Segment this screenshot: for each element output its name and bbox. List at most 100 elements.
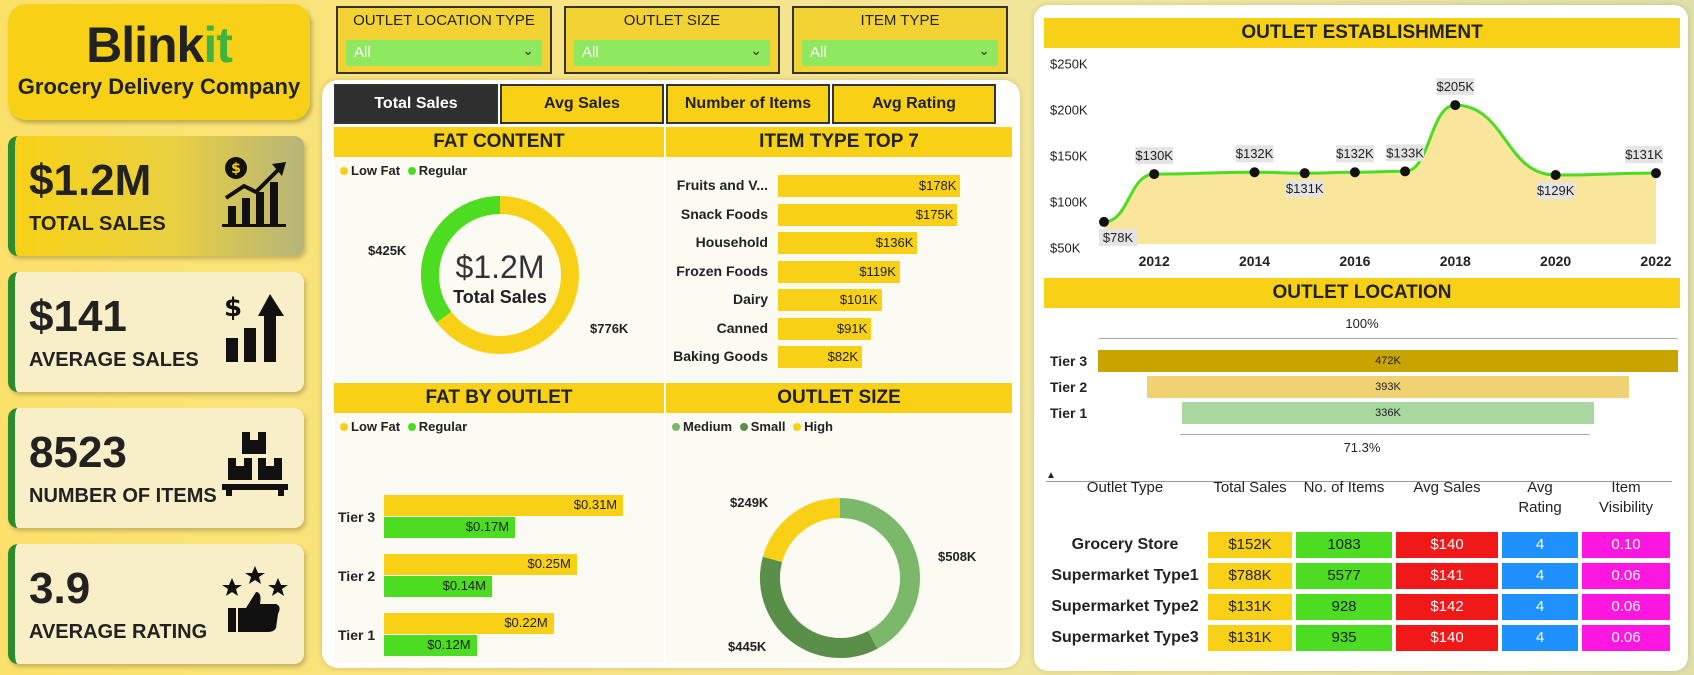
outlet-type-table: Outlet Type Total Sales No. of Items Avg Sa… xyxy=(1046,470,1672,660)
slicer-dropdown[interactable]: All ⌄ xyxy=(802,40,998,66)
table-cell: 4 xyxy=(1502,625,1578,651)
data-point xyxy=(1349,167,1360,178)
slicer-item-type[interactable]: ITEM TYPE All ⌄ xyxy=(792,6,1008,74)
y-tick-label: $100K xyxy=(1050,195,1088,210)
brand-subtitle: Grocery Delivery Company xyxy=(17,74,301,99)
slicer-dropdown[interactable]: All ⌄ xyxy=(346,40,542,66)
bar-category-label: Fruits and V... xyxy=(676,177,768,193)
item-type-bar-chart: Fruits and V... $178K Snack Foods $175K Hous… xyxy=(666,157,1012,381)
data-point xyxy=(1450,100,1461,111)
table-cell: $140 xyxy=(1396,625,1498,651)
table-row-label: Supermarket Type2 xyxy=(1051,598,1199,615)
tab-total-sales[interactable]: Total Sales xyxy=(334,84,498,124)
kpi-average-rating: 3.9 AVERAGE RATING xyxy=(8,544,304,664)
table-cell: 935 xyxy=(1296,625,1392,651)
table-cell: 0.06 xyxy=(1582,594,1670,620)
card-title: OUTLET LOCATION xyxy=(1044,278,1680,308)
data-label: $0.25M xyxy=(527,556,571,571)
data-label: $776K xyxy=(590,321,629,336)
bar-category-label: Snack Foods xyxy=(680,205,768,222)
table-cell: $141 xyxy=(1396,563,1498,589)
funnel-top-pct: 100% xyxy=(1345,316,1379,331)
column-header: Avg Sales xyxy=(1413,479,1481,496)
column-header: Item Visibility xyxy=(1599,479,1653,516)
kpi-value: 3.9 xyxy=(29,564,91,613)
data-label: $132K xyxy=(1336,146,1374,161)
kpi-value: $141 xyxy=(29,292,127,341)
bar-category-label: Dairy xyxy=(732,291,768,307)
outlet-establishment-card: OUTLET ESTABLISHMENT $250K $200K $150K $100… xyxy=(1044,18,1680,274)
funnel-bottom-pct: 71.3% xyxy=(1343,440,1381,455)
bar-category-label: Canned xyxy=(716,319,768,336)
boxes-icon xyxy=(222,432,288,496)
data-label: $82K xyxy=(827,349,859,364)
slice-medium xyxy=(839,498,920,649)
outlet-location-funnel-chart: 100% 71.3% Tier 3 472K Tier 2 393K Tier 1 336… xyxy=(1044,308,1680,464)
y-tick-label: $250K xyxy=(1050,57,1088,72)
chevron-down-icon: ⌄ xyxy=(978,42,990,58)
data-point xyxy=(1651,168,1661,179)
fat-content-card: FAT CONTENT Low Fat Regular $1.2M Total … xyxy=(334,127,664,381)
growth-chart-icon: $ xyxy=(222,157,286,227)
outlet-location-card: OUTLET LOCATION 100% 71.3% Tier 3 472K Tie… xyxy=(1044,278,1680,464)
bar-category-label: Tier 3 xyxy=(1050,353,1088,369)
table-row-label: Grocery Store xyxy=(1071,536,1179,553)
data-label: $101K xyxy=(839,292,878,307)
bar-category-label: Tier 2 xyxy=(1050,379,1088,395)
legend: Low Fat Regular xyxy=(340,419,467,434)
kpi-total-sales: $1.2M TOTAL SALES $ xyxy=(8,136,304,256)
kpi-label: NUMBER OF ITEMS xyxy=(29,485,217,507)
stars-thumb-icon xyxy=(222,566,288,632)
x-tick-label: 2012 xyxy=(1139,253,1170,269)
bar-category-label: Tier 3 xyxy=(338,509,376,525)
table-cell: 0.06 xyxy=(1582,563,1670,589)
bar-category-label: Household xyxy=(695,234,768,250)
tab-number-of-items[interactable]: Number of Items xyxy=(666,84,830,124)
kpi-value: 8523 xyxy=(29,428,127,477)
outlet-size-card: OUTLET SIZE Medium Small High $249K $508… xyxy=(666,383,1012,663)
table-cell: $788K xyxy=(1208,563,1292,589)
item-type-top7-card: ITEM TYPE TOP 7 Fruits and V... $178K Snac… xyxy=(666,127,1012,381)
data-point xyxy=(1249,167,1260,178)
data-label: $425K xyxy=(368,243,407,258)
chevron-down-icon: ⌄ xyxy=(750,42,762,58)
data-label: $0.17M xyxy=(465,519,510,534)
data-label: $78K xyxy=(1103,230,1134,245)
slicer-dropdown[interactable]: All ⌄ xyxy=(574,40,770,66)
data-label: $445K xyxy=(728,639,767,654)
legend-dot xyxy=(340,423,348,431)
x-tick-label: 2014 xyxy=(1239,253,1270,269)
data-point xyxy=(1099,216,1109,227)
funnel-bottom-line xyxy=(1180,434,1590,435)
data-label: $249K xyxy=(730,495,769,510)
bar-category-label: Tier 1 xyxy=(1050,405,1088,421)
data-label: 336K xyxy=(1375,407,1401,419)
logo-card: Blinkit Grocery Delivery Company xyxy=(8,4,310,120)
legend-dot xyxy=(407,423,416,431)
x-tick-label: 2022 xyxy=(1640,253,1671,269)
x-tick-label: 2020 xyxy=(1540,253,1571,269)
y-tick-label: $200K xyxy=(1050,103,1088,118)
fat-by-outlet-chart: Low Fat Regular Tier 3 $0.31M $0.17M Tier 2… xyxy=(334,413,664,663)
table-cell: $131K xyxy=(1208,594,1292,620)
data-label: $136K xyxy=(875,235,914,250)
donut-center-value: $1.2M xyxy=(455,249,545,285)
bar-category-label: Tier 1 xyxy=(338,627,376,643)
data-label: $131K xyxy=(1625,147,1663,162)
table-cell: $142 xyxy=(1396,594,1498,620)
table-cell: 1083 xyxy=(1296,532,1392,558)
card-title: OUTLET SIZE xyxy=(666,383,1012,413)
kpi-label: AVERAGE RATING xyxy=(29,621,208,643)
data-label: $130K xyxy=(1135,148,1173,163)
tab-avg-rating[interactable]: Avg Rating xyxy=(832,84,996,124)
y-tick-label: $50K xyxy=(1050,241,1081,256)
slicer-outlet-size[interactable]: OUTLET SIZE All ⌄ xyxy=(564,6,780,74)
slicer-outlet-location-type[interactable]: OUTLET LOCATION TYPE All ⌄ xyxy=(336,6,552,74)
tab-avg-sales[interactable]: Avg Sales xyxy=(500,84,664,124)
slicer-title: OUTLET SIZE xyxy=(623,12,721,29)
kpi-value: $1.2M xyxy=(29,156,152,205)
table-cell: $131K xyxy=(1208,625,1292,651)
data-label: $119K xyxy=(859,263,896,279)
outlet-size-donut-chart xyxy=(760,498,920,658)
data-label: 393K xyxy=(1375,381,1401,393)
